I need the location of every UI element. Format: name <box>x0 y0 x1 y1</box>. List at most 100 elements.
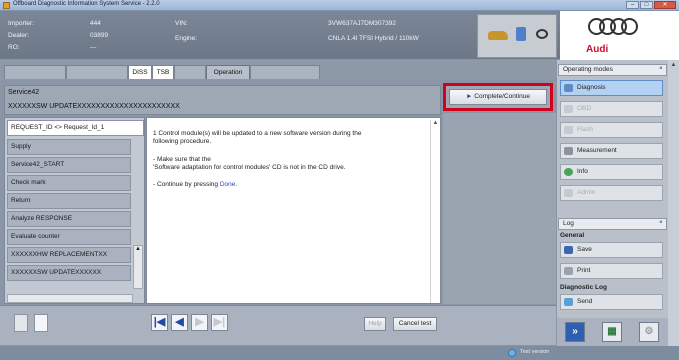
instruction-line: 'Software adaptation for control modules… <box>153 164 346 171</box>
tab-tsb[interactable]: TSB <box>152 65 174 79</box>
status-icon <box>508 349 516 357</box>
minimize-button[interactable]: – <box>626 1 639 9</box>
instruction-line: - Continue by pressing Done. <box>153 181 237 189</box>
tab-hidden-1[interactable] <box>4 65 66 79</box>
cancel-test-button[interactable]: Cancel test <box>393 317 437 331</box>
nav-next-button[interactable]: ▶ <box>191 314 208 331</box>
dealer-label: Dealer: <box>8 32 29 39</box>
print-icon <box>564 267 573 275</box>
step-item[interactable]: Supply <box>7 139 131 155</box>
diagnostic-interface-icon <box>516 27 526 41</box>
app-icon <box>3 2 10 9</box>
tab-bar: DISS TSB Operation <box>0 60 556 80</box>
tab-hidden-4[interactable] <box>250 65 320 79</box>
mode-diagnosis-button[interactable]: Diagnosis <box>560 80 663 96</box>
step-item[interactable]: Evaluate counter <box>7 229 131 245</box>
document-icon[interactable] <box>14 314 28 332</box>
diagnosis-icon <box>564 84 573 92</box>
right-bottom-toolbar: » ▦ ⚙ <box>557 318 668 346</box>
complete-continue-highlight: ► Complete/Continue <box>443 83 553 111</box>
save-button[interactable]: Save <box>560 242 663 258</box>
instruction-line: - Make sure that the <box>153 156 211 163</box>
mode-flash-button[interactable]: Flash <box>560 122 663 138</box>
action-area <box>443 113 556 304</box>
mode-info-button[interactable]: Info <box>560 164 663 180</box>
instruction-line: 1 Control module(s) will be updated to a… <box>153 130 362 137</box>
service-title: XXXXXXSW UPDATEXXXXXXXXXXXXXXXXXXXXXX <box>8 103 180 110</box>
right-panel-scrollbar[interactable]: ▲ <box>668 60 679 346</box>
bottom-toolbar: |◀ ◀ ▶ ▶| Help Cancel test <box>0 305 556 345</box>
print-button[interactable]: Print <box>560 263 663 279</box>
engine-label: Engine: <box>175 35 198 42</box>
send-button[interactable]: Send <box>560 294 663 310</box>
mode-obd-button[interactable]: OBD <box>560 101 663 117</box>
complete-continue-button[interactable]: ► Complete/Continue <box>449 89 547 105</box>
nav-last-button[interactable]: ▶| <box>211 314 228 331</box>
measurement-icon <box>564 147 573 155</box>
nav-first-button[interactable]: |◀ <box>151 314 168 331</box>
step-item[interactable]: REQUEST_ID <> Request_Id_1 <box>7 120 144 136</box>
brand-name: Audi <box>586 44 609 55</box>
audi-logo: Audi <box>560 11 679 60</box>
step-item[interactable]: XXXXXXSW UPDATEXXXXXX <box>7 265 131 281</box>
help-button[interactable]: Help <box>364 317 386 331</box>
vehicle-header: Importer: 444 Dealer: 03899 RO: --- VIN:… <box>0 11 560 59</box>
vehicle-connection-area[interactable] <box>477 14 557 58</box>
step-item[interactable]: Return <box>7 193 131 209</box>
tab-operation[interactable]: Operation <box>206 65 250 79</box>
step-item[interactable]: XXXXXXHW REPLACEMENTXX <box>7 247 131 263</box>
importer-label: Importer: <box>8 20 35 27</box>
tab-hidden-3[interactable] <box>174 65 206 79</box>
close-button[interactable]: ✕ <box>654 1 676 9</box>
ro-value: --- <box>90 44 97 51</box>
step-item[interactable]: Analyze RESPONSE <box>7 211 131 227</box>
operating-modes-header: Operating modes ª <box>558 64 667 76</box>
ro-label: RO: <box>8 44 20 51</box>
instruction-panel: 1 Control module(s) will be updated to a… <box>146 117 441 304</box>
mode-admin-button[interactable]: Admin <box>560 185 663 201</box>
instruction-scrollbar[interactable]: ▲ <box>430 120 440 303</box>
nav-prev-button[interactable]: ◀ <box>171 314 188 331</box>
vin-value: 3VW637AJ7DM307392 <box>328 20 396 27</box>
log-header: Log ª <box>558 218 667 230</box>
car-icon <box>488 31 508 40</box>
dealer-value: 03899 <box>90 32 109 39</box>
instruction-text: . <box>235 181 238 188</box>
grid-icon[interactable]: ▦ <box>602 322 622 342</box>
info-icon <box>564 168 573 176</box>
tab-hidden-2[interactable] <box>66 65 128 79</box>
window-title-bar: Offboard Diagnostic Information System S… <box>0 0 679 11</box>
instruction-line: following procedure. <box>153 138 212 145</box>
fast-forward-icon[interactable]: » <box>565 322 585 342</box>
step-list-horizontal-scrollbar[interactable] <box>7 294 133 303</box>
window-title: Offboard Diagnostic Information System S… <box>13 1 160 7</box>
vin-label: VIN: <box>175 20 188 27</box>
diagnostic-log-group-label: Diagnostic Log <box>560 284 607 291</box>
service-name: Service42 <box>8 89 40 96</box>
general-group-label: General <box>560 232 585 239</box>
procedure-step-list: REQUEST_ID <> Request_Id_1 Supply Servic… <box>4 117 145 304</box>
audi-ring-4 <box>621 18 638 35</box>
status-text: Test version <box>520 349 550 355</box>
tab-diss[interactable]: DISS <box>128 65 152 79</box>
status-bar: Test version <box>0 346 679 360</box>
send-icon <box>564 298 573 306</box>
measurement-probe-icon <box>536 29 548 39</box>
right-panel: Operating modes ª Diagnosis OBD Flash Mea… <box>557 60 668 346</box>
done-link[interactable]: Done <box>220 181 236 188</box>
step-item[interactable]: Check mark <box>7 175 131 191</box>
maximize-button[interactable]: □ <box>640 1 653 9</box>
mode-measurement-button[interactable]: Measurement <box>560 143 663 159</box>
settings-icon[interactable]: ⚙ <box>639 322 659 342</box>
save-icon <box>564 246 573 254</box>
flash-icon <box>564 126 573 134</box>
service-header: Service42 XXXXXXSW UPDATEXXXXXXXXXXXXXXX… <box>4 85 441 115</box>
step-list-vertical-scrollbar[interactable]: ▲ <box>133 245 143 289</box>
step-item[interactable]: Service42_START <box>7 157 131 173</box>
obd-icon <box>564 105 573 113</box>
instruction-text: - Continue by pressing <box>153 181 220 188</box>
document-view-icon[interactable] <box>34 314 48 332</box>
importer-value: 444 <box>90 20 101 27</box>
engine-value: CNLA 1.4l TFSI Hybrid / 110kW <box>328 35 419 42</box>
complete-continue-label: Complete/Continue <box>474 93 530 100</box>
